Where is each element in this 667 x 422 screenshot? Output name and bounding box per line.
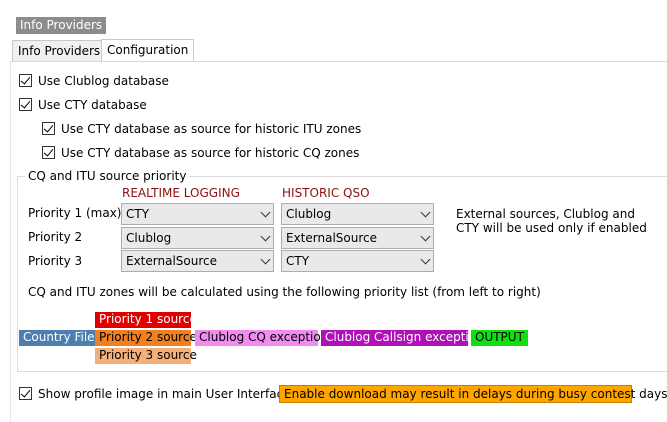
- select-value: ExternalSource: [126, 254, 218, 268]
- chevron-down-icon: [420, 254, 431, 265]
- select-value: ExternalSource: [286, 231, 378, 245]
- historic-priority-1-select[interactable]: Clublog: [281, 203, 434, 225]
- group-title: Info Providers: [16, 17, 107, 34]
- select-value: CTY: [286, 254, 310, 268]
- historic-priority-3-select[interactable]: CTY: [281, 250, 434, 272]
- show-profile-image-label: Show profile image in main User Interfac…: [38, 387, 291, 401]
- cty-itu-checkbox[interactable]: [42, 122, 55, 135]
- chevron-down-icon: [420, 207, 431, 218]
- country-file-chip: Country File: [19, 330, 99, 346]
- calc-description: CQ and ITU zones will be calculated usin…: [28, 285, 541, 299]
- tab-configuration[interactable]: Configuration: [101, 39, 195, 62]
- use-cty-label: Use CTY database: [38, 98, 147, 112]
- chevron-down-icon: [260, 254, 271, 265]
- select-value: CTY: [126, 207, 150, 221]
- priority-3-label: Priority 3: [28, 254, 83, 268]
- download-warning-badge: Enable download may result in delays dur…: [279, 385, 667, 403]
- realtime-priority-3-select[interactable]: ExternalSource: [121, 250, 274, 272]
- tab-info-providers[interactable]: Info Providers: [12, 40, 107, 62]
- cty-itu-label: Use CTY database as source for historic …: [61, 122, 362, 136]
- select-value: Clublog: [126, 231, 172, 245]
- realtime-priority-2-select[interactable]: Clublog: [121, 227, 274, 249]
- cty-cq-checkbox[interactable]: [42, 146, 55, 159]
- note-line-2: CTY will be used only if enabled: [456, 221, 647, 235]
- realtime-heading: REALTIME LOGGING: [122, 186, 240, 200]
- show-profile-image-checkbox[interactable]: [19, 387, 32, 400]
- historic-priority-2-select[interactable]: ExternalSource: [281, 227, 434, 249]
- output-chip: OUTPUT: [471, 330, 528, 346]
- select-value: Clublog: [286, 207, 332, 221]
- use-cty-checkbox[interactable]: [19, 98, 32, 111]
- chevron-down-icon: [260, 207, 271, 218]
- use-clublog-checkbox[interactable]: [19, 74, 32, 87]
- priority-1-label: Priority 1 (max): [28, 206, 122, 220]
- realtime-priority-1-select[interactable]: CTY: [121, 203, 274, 225]
- clublog-callsign-exception-chip: Clublog Callsign exception: [321, 330, 484, 346]
- priority-1-source-chip: Priority 1 source: [95, 312, 197, 328]
- chevron-down-icon: [260, 231, 271, 242]
- use-clublog-label: Use Clublog database: [38, 74, 169, 88]
- priority-2-label: Priority 2: [28, 230, 83, 244]
- historic-heading: HISTORIC QSO: [282, 186, 370, 200]
- priority-2-source-chip: Priority 2 source: [95, 330, 197, 346]
- clublog-cq-exception-chip: Clublog CQ exception: [195, 330, 328, 346]
- priority-3-source-chip: Priority 3 source: [95, 348, 197, 364]
- priority-legend: CQ and ITU source priority: [25, 168, 190, 184]
- chevron-down-icon: [420, 231, 431, 242]
- cty-cq-label: Use CTY database as source for historic …: [61, 146, 360, 160]
